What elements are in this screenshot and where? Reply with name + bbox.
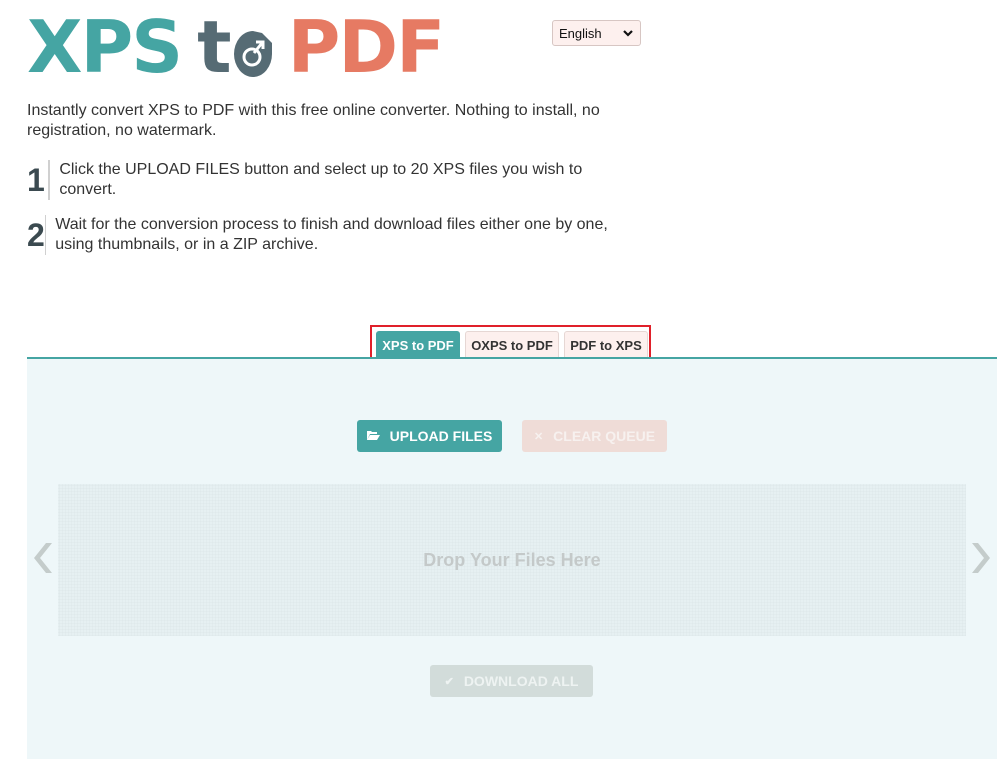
- logo-to: t: [197, 11, 273, 83]
- language-selected: English: [559, 25, 602, 41]
- logo-xps: XPS: [27, 5, 183, 89]
- upload-files-button[interactable]: UPLOAD FILES: [357, 420, 502, 452]
- upload-files-label: UPLOAD FILES: [389, 428, 493, 444]
- tab-oxps-to-pdf[interactable]: OXPS to PDF: [465, 331, 559, 359]
- step-text: Wait for the conversion process to finis…: [55, 216, 608, 253]
- tab-xps-to-pdf[interactable]: XPS to PDF: [376, 331, 460, 359]
- logo-pdf: PDF: [287, 5, 446, 89]
- step-number: 2: [27, 217, 45, 253]
- logo[interactable]: XPS t PDF: [27, 5, 446, 89]
- language-select[interactable]: English: [552, 20, 641, 46]
- download-all-label: DOWNLOAD ALL: [463, 673, 579, 689]
- tab-pdf-to-xps[interactable]: PDF to XPS: [564, 331, 648, 359]
- step-text: Click the UPLOAD FILES button and select…: [59, 161, 583, 198]
- chevron-right-icon[interactable]: [968, 541, 990, 575]
- step-2: 2 Wait for the conversion process to fin…: [27, 215, 627, 255]
- step-1: 1 Click the UPLOAD FILES button and sele…: [27, 160, 627, 200]
- step-divider: [48, 160, 51, 200]
- close-icon: ✕: [533, 430, 544, 443]
- clear-queue-label: CLEAR QUEUE: [553, 428, 656, 444]
- dropzone[interactable]: Drop Your Files Here: [58, 484, 966, 636]
- clear-queue-button[interactable]: ✕ CLEAR QUEUE: [522, 420, 667, 452]
- converter-panel: UPLOAD FILES ✕ CLEAR QUEUE Drop Your Fil…: [27, 357, 997, 759]
- folder-open-icon: [366, 430, 380, 443]
- dropzone-text: Drop Your Files Here: [423, 549, 601, 570]
- step-divider: [44, 215, 47, 255]
- checkmark-icon: ✔: [444, 675, 454, 688]
- step-number: 1: [27, 162, 45, 198]
- chevron-down-icon: [623, 30, 633, 37]
- intro-text: Instantly convert XPS to PDF with this f…: [27, 102, 600, 139]
- convert-arrow-icon: [233, 31, 272, 77]
- chevron-left-icon[interactable]: [34, 541, 56, 575]
- download-all-button[interactable]: ✔ DOWNLOAD ALL: [430, 665, 593, 697]
